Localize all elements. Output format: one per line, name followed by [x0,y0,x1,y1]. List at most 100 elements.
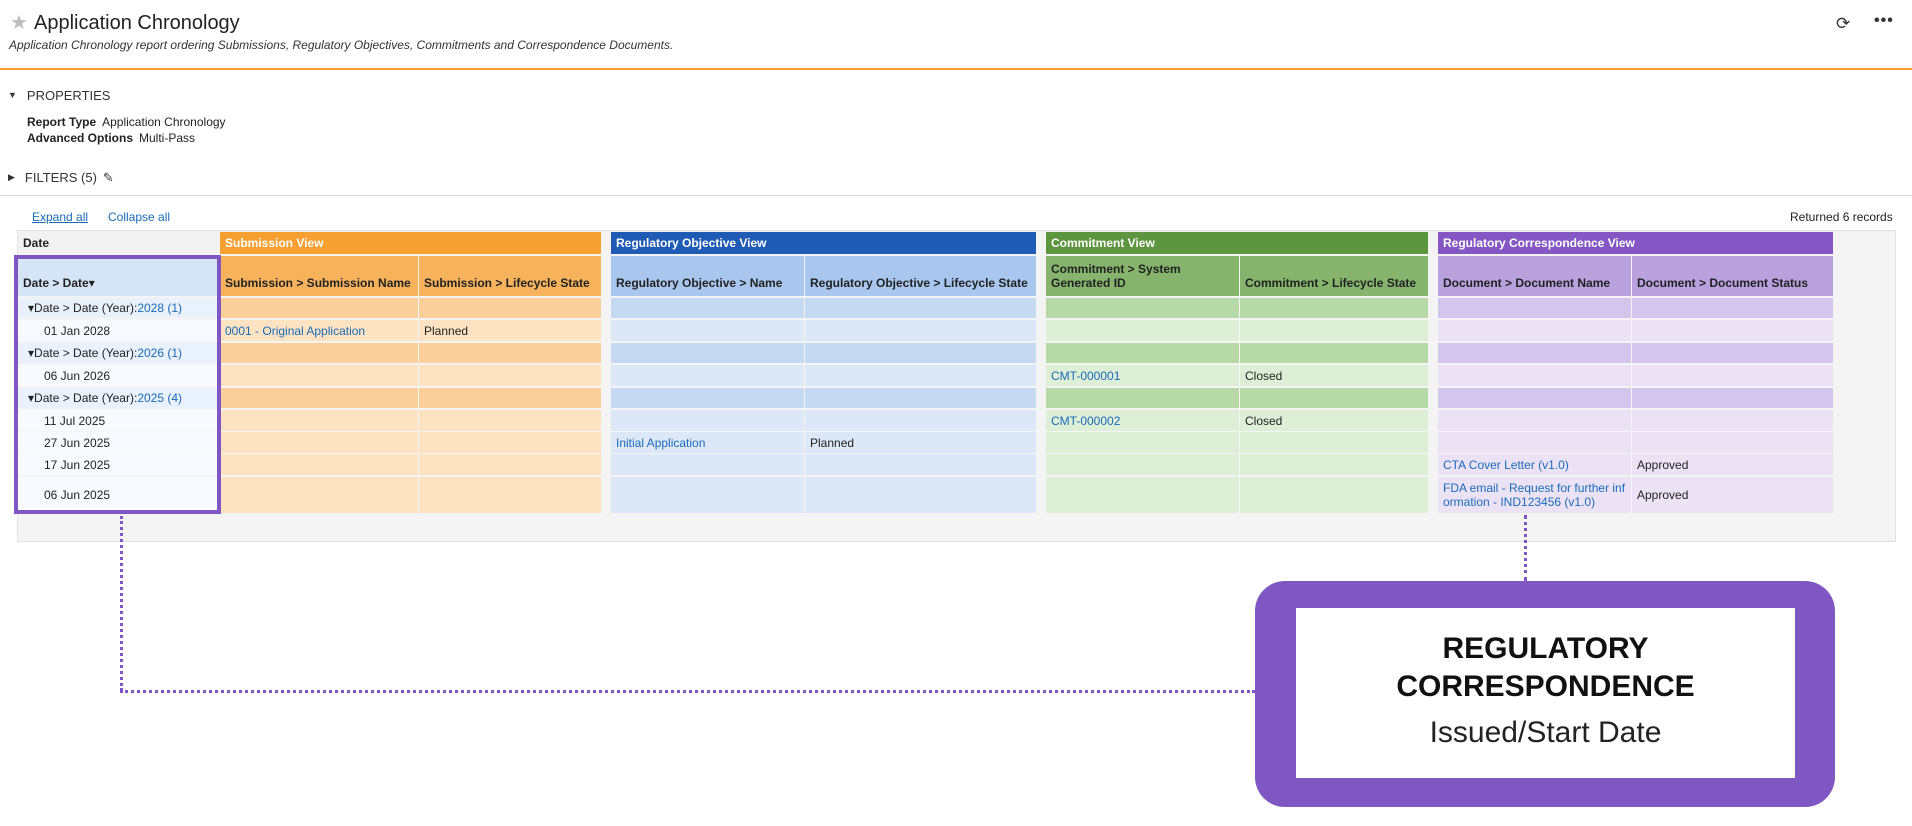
caret-right-icon: ▶ [8,172,15,182]
table-cell: Initial Application [611,432,804,453]
record-link[interactable]: 0001 - Original Application [225,324,365,338]
star-icon[interactable]: ★ [10,13,28,33]
group-header-date: Date [18,232,218,254]
record-link[interactable]: CMT-000001 [1051,369,1120,383]
table-cell: Closed [1240,410,1428,431]
table-cell: CTA Cover Letter (v1.0) [1438,454,1631,475]
caret-down-icon: ▼ [8,90,17,100]
group-row-cell [1046,388,1239,408]
report-type-label: Report Type [27,115,97,129]
group-row-cell [805,343,1036,363]
column-header-doc-status[interactable]: Document > Document Status [1632,256,1833,296]
properties-list: Report Type Application Chronology Advanc… [27,114,226,146]
column-header-sub-state[interactable]: Submission > Lifecycle State [419,256,601,296]
group-row-cell [1438,343,1631,363]
records-count: Returned 6 records [1790,210,1893,224]
column-header-obj-name[interactable]: Regulatory Objective > Name [611,256,804,296]
table-cell: CMT-000001 [1046,365,1239,386]
group-row-cell [611,343,804,363]
group-row-cell [1046,343,1239,363]
advanced-options-value: Multi-Pass [139,131,196,145]
column-header-cmt-id[interactable]: Commitment > System Generated ID [1046,256,1239,296]
group-row-cell [220,298,418,318]
record-link[interactable]: Initial Application [616,436,705,450]
table-cell: Closed [1240,365,1428,386]
expand-all-link[interactable]: Expand all [32,210,88,224]
table-cell [1438,365,1631,386]
cell-value: Closed [1245,368,1283,383]
page-title: Application Chronology [34,12,240,34]
callout-box: REGULATORY CORRESPONDENCE Issued/Start D… [1255,581,1835,807]
date-column-highlight [14,255,221,514]
table-cell [419,454,601,475]
table-cell [1438,432,1631,453]
table-cell [1046,454,1239,475]
table-cell: CMT-000002 [1046,410,1239,431]
cell-value: Approved [1637,457,1689,472]
column-header-cmt-state[interactable]: Commitment > Lifecycle State [1240,256,1428,296]
group-row-cell [611,388,804,408]
group-header-submission: Submission View [220,232,601,254]
table-cell [611,410,804,431]
filters-heading: FILTERS (5) [24,170,97,185]
group-row-cell [1632,343,1833,363]
table-cell: 0001 - Original Application [220,320,418,341]
table-cell [220,365,418,386]
table-cell [220,454,418,475]
table-cell: FDA email - Request for further informat… [1438,477,1631,513]
connector-line [1524,515,1527,581]
column-header-sub-name[interactable]: Submission > Submission Name [220,256,418,296]
cell-value: Planned [424,323,469,338]
group-header-correspondence: Regulatory Correspondence View [1438,232,1833,254]
callout-line-3: Issued/Start Date [1429,716,1662,749]
cell-value: Approved [1637,488,1689,502]
collapse-all-link[interactable]: Collapse all [108,210,170,224]
report-type-value: Application Chronology [102,115,226,129]
table-cell [1438,410,1631,431]
filters-toggle[interactable]: ▶ FILTERS (5) ✎ [8,170,114,186]
properties-heading: PROPERTIES [26,88,111,103]
table-cell [611,454,804,475]
callout-line-2: CORRESPONDENCE [1396,670,1695,703]
advanced-options-label: Advanced Options [27,131,134,145]
pencil-icon[interactable]: ✎ [103,170,114,186]
more-icon[interactable]: ••• [1874,12,1894,30]
table-cell [805,410,1036,431]
group-row-cell [220,343,418,363]
table-cell [1632,432,1833,453]
table-cell [1240,477,1428,513]
table-cell [419,410,601,431]
group-row-cell [1438,388,1631,408]
column-header-doc-name[interactable]: Document > Document Name [1438,256,1631,296]
table-cell [1046,432,1239,453]
table-cell [805,320,1036,341]
table-cell [1046,477,1239,513]
refresh-icon[interactable]: ⟳ [1836,14,1850,34]
cell-value: Planned [810,435,855,450]
table-cell: Approved [1632,477,1833,513]
record-link[interactable]: FDA email - Request for further informat… [1443,481,1627,509]
column-header-obj-state[interactable]: Regulatory Objective > Lifecycle State [805,256,1036,296]
table-cell [419,432,601,453]
table-cell [220,410,418,431]
page-header: ★ Application Chronology Application Chr… [0,0,1912,70]
properties-toggle[interactable]: ▼ PROPERTIES [8,88,110,103]
callout-content: REGULATORY CORRESPONDENCE Issued/Start D… [1296,608,1795,778]
table-cell [1632,365,1833,386]
table-cell [611,477,804,513]
record-link[interactable]: CTA Cover Letter (v1.0) [1443,458,1569,472]
table-cell [220,432,418,453]
connector-line [120,690,1255,693]
group-row-cell [419,298,601,318]
table-cell [1240,320,1428,341]
page-subtitle: Application Chronology report ordering S… [9,38,674,52]
record-link[interactable]: CMT-000002 [1051,414,1120,428]
table-cell: Planned [805,432,1036,453]
group-row-cell [1632,388,1833,408]
table-cell [220,477,418,513]
group-header-commitment: Commitment View [1046,232,1428,254]
callout-line-1: REGULATORY [1442,632,1649,665]
table-cell [805,454,1036,475]
group-row-cell [1046,298,1239,318]
group-row-cell [220,388,418,408]
